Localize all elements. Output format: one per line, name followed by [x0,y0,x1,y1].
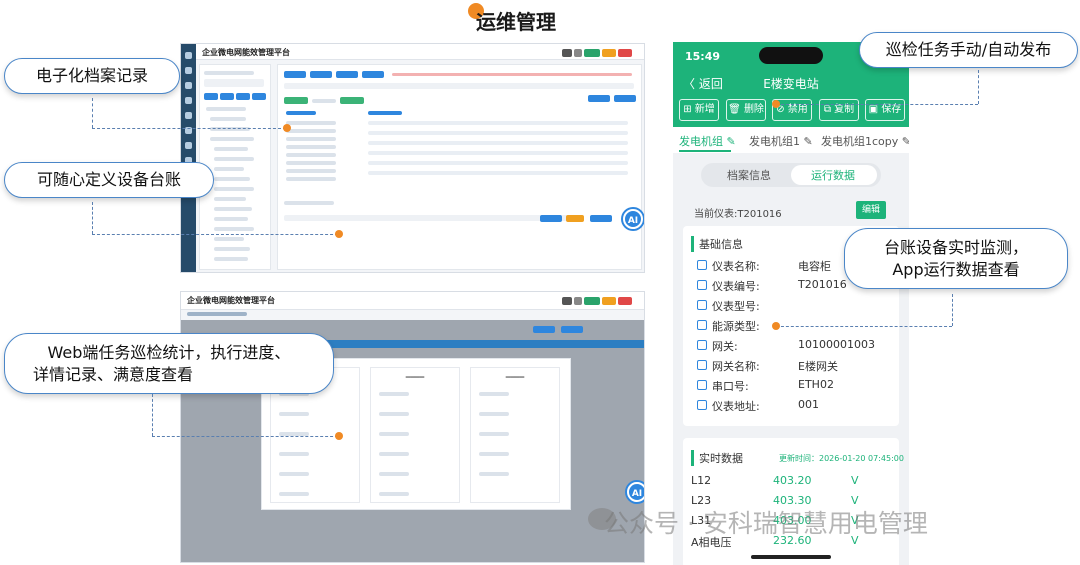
pointer-dot [335,432,343,440]
web-app-title-2: 企业微电网能效管理平台 [187,296,275,305]
web-screen-archive: 企业微电网能效管理平台 AI [180,43,645,273]
web-screen-inspection: 企业微电网能效管理平台 ▁▁▁▁ ▁▁▁▁ AI [180,291,645,563]
segment-archive[interactable]: 档案信息 [727,167,771,183]
web-topbar-2: 企业微电网能效管理平台 [181,292,644,310]
serial-port-icon [697,380,707,390]
meter-address-icon [697,400,707,410]
segment-control: 档案信息 运行数据 [701,163,881,187]
mobile-app-screen: 15:49 ▮▮▮ ◔ E楼变电站 〈 返回 ⊞ 新增 🗑 删除 ⊘ 禁用 ⧉ … [673,42,909,565]
web-app-title: 企业微电网能效管理平台 [202,48,290,57]
home-indicator [751,555,831,559]
ai-assistant-icon[interactable]: AI [623,209,643,229]
add-button[interactable]: ⊞ 新增 [679,99,719,121]
status-time: 15:49 [685,50,721,63]
pointer-dot [335,230,343,238]
energy-type-icon [697,320,707,330]
edit-button[interactable]: 编辑 [856,201,886,219]
pointer-dot [772,322,780,330]
device-tree-panel[interactable] [199,64,271,270]
chevron-left-icon: 〈 [683,77,699,91]
web-topbar: 企业微电网能效管理平台 [196,44,644,60]
callout-archive: 电子化档案记录 [4,58,180,94]
page-title: 运维管理 [476,10,556,34]
callout-web-inspection: Web端任务巡检统计，执行进度、 详情记录、满意度查看 [4,333,334,395]
web-sidebar [181,44,196,272]
basic-info-title: 基础信息 [691,236,743,252]
back-button[interactable]: 〈 返回 [683,75,723,92]
meter-number-icon [697,280,707,290]
copy-button[interactable]: ⧉ 复制 [819,99,859,121]
callout-publish: 巡检任务手动/自动发布 [859,32,1078,68]
meter-name-icon [697,260,707,270]
gateway-name-icon [697,360,707,370]
tab-generator-1-copy[interactable]: 发电机组1copy ✎ [821,133,909,149]
gateway-icon [697,340,707,350]
tab-generator[interactable]: 发电机组 ✎ [679,133,736,149]
save-button[interactable]: ▣ 保存 [865,99,905,121]
action-row: ⊞ 新增 🗑 删除 ⊘ 禁用 ⧉ 复制 ▣ 保存 [679,99,905,121]
dynamic-island [759,47,823,64]
pencil-icon: ✎ [901,135,909,148]
ai-assistant-icon-2[interactable]: AI [627,482,644,502]
callout-ledger: 可随心定义设备台账 [4,162,214,198]
realtime-updated: 更新时间：2026-01-20 07:45:00 [779,454,904,463]
meter-model-icon [697,300,707,310]
active-tab-indicator [679,150,731,152]
archive-detail-panel [277,64,642,270]
realtime-title: 实时数据 [691,450,743,466]
pencil-icon: ✎ [726,135,736,148]
segment-running[interactable]: 运行数据 [811,167,855,183]
delete-button[interactable]: 🗑 删除 [726,99,766,121]
realtime-card: 实时数据 更新时间：2026-01-20 07:45:00 L12 403.20… [683,438,904,565]
current-meter: 当前仪表:T201016 [694,209,782,220]
pointer-dot [772,100,780,108]
tab-generator-1[interactable]: 发电机组1 ✎ [749,133,813,149]
watermark: 公众号 · 安科瑞智慧用电管理 [604,509,928,538]
pointer-dot [283,124,291,132]
pencil-icon: ✎ [803,135,813,148]
device-tabs: 发电机组 ✎ 发电机组1 ✎ 发电机组1copy ✎ [673,127,909,153]
callout-monitor: 台账设备实时监测， App运行数据查看 [844,228,1068,290]
